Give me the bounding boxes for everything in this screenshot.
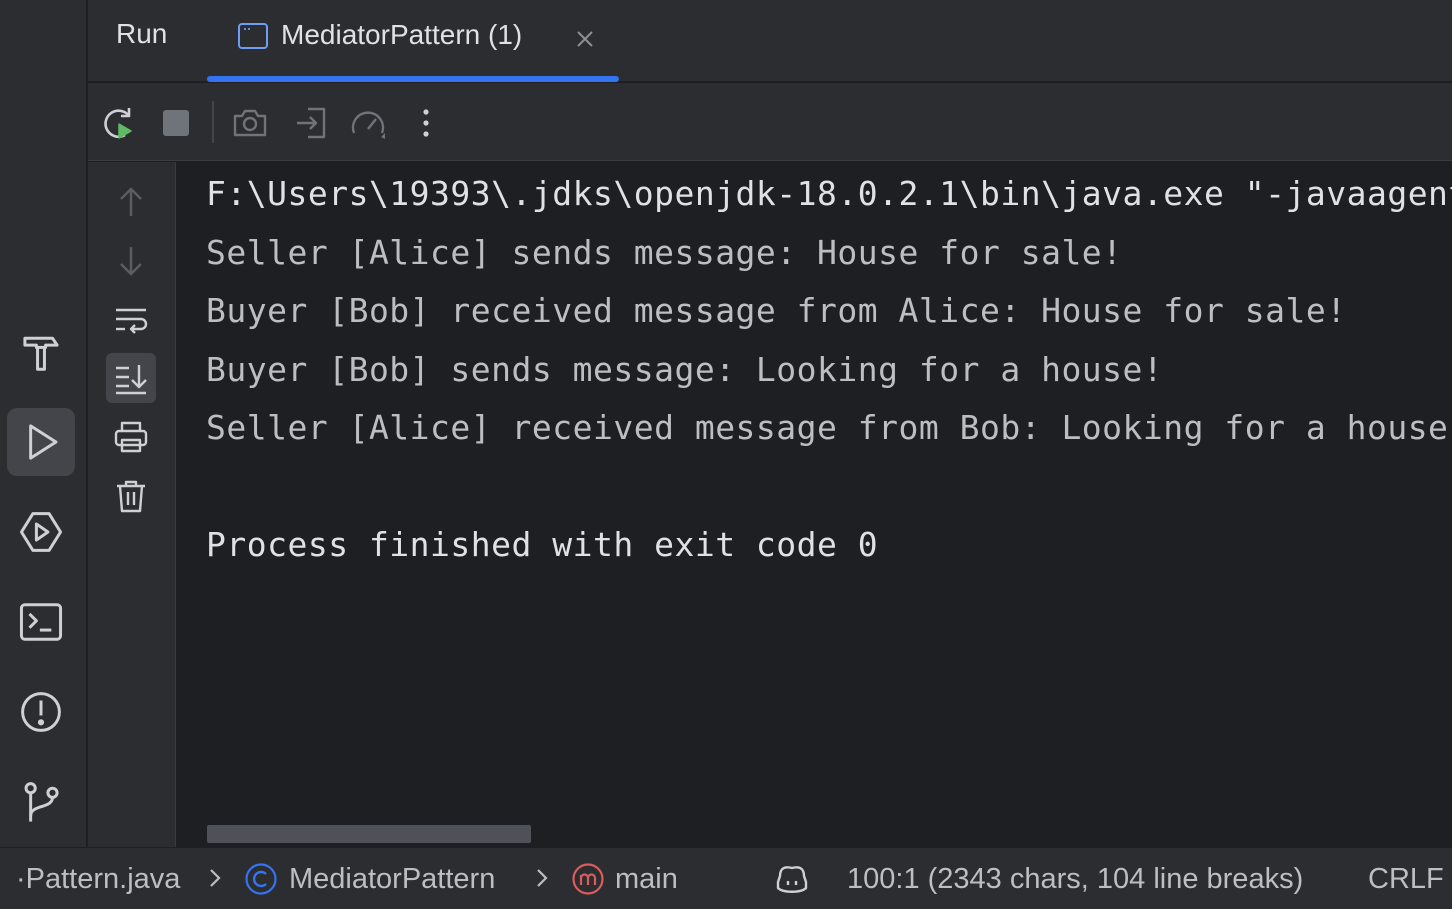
problems-tool-button[interactable] [7,678,75,746]
run-tool-button[interactable] [7,408,75,476]
trash-icon [117,480,145,513]
hammer-icon [23,336,59,371]
services-tool-button[interactable] [7,498,75,566]
method-icon [572,863,604,895]
screenshot-button[interactable] [230,103,270,143]
horizontal-scrollbar[interactable] [207,825,531,843]
more-button[interactable] [406,103,446,143]
chevron-right-icon [537,869,548,887]
soft-wrap-icon [116,308,148,334]
profiler-icon [351,111,385,139]
console-actions-bar [88,162,176,847]
tool-window-header: Run MediatorPattern (1) [88,0,1452,82]
previous-occurrence-button[interactable] [106,177,156,227]
class-icon [245,863,277,895]
breadcrumb-method[interactable]: main [615,863,678,896]
console-line-exit: Process finished with exit code 0 [206,525,879,564]
stop-icon [163,110,189,136]
soft-wrap-button[interactable] [106,295,156,345]
caret-position[interactable]: 100:1 (2343 chars, 104 line breaks) [847,863,1303,896]
active-tab-indicator [207,76,619,82]
profiler-button[interactable] [348,103,388,143]
build-tool-button[interactable] [7,318,75,386]
exit-button[interactable] [291,103,331,143]
print-button[interactable] [106,412,156,462]
console-window-icon [238,23,268,49]
close-icon[interactable] [571,25,599,53]
arrow-up-icon [120,187,142,216]
terminal-icon [19,603,63,641]
console-line: Buyer [Bob] sends message: Looking for a… [206,350,1164,389]
chevron-right-icon [210,869,221,887]
console-line-command: F:\Users\19393\.jdks\openjdk-18.0.2.1\bi… [206,174,1452,213]
arrow-down-icon [120,247,142,276]
left-tool-strip [0,0,87,847]
copilot-icon[interactable] [775,862,809,896]
problems-icon [21,692,61,732]
tab-label: MediatorPattern (1) [281,19,523,50]
console-line: Seller [Alice] sends message: House for … [206,233,1123,272]
console-output[interactable]: F:\Users\19393\.jdks\openjdk-18.0.2.1\bi… [177,162,1452,847]
breadcrumb-file[interactable]: ·Pattern.java [16,863,180,896]
camera-icon [233,109,267,137]
services-icon [19,512,63,552]
print-icon [114,421,148,453]
clear-all-button[interactable] [106,471,156,521]
next-occurrence-button[interactable] [106,236,156,286]
terminal-tool-button[interactable] [7,588,75,656]
run-toolbar [88,83,1452,161]
play-icon [29,424,58,460]
stop-button[interactable] [156,103,196,143]
console-line: Buyer [Bob] received message from Alice:… [206,291,1347,330]
scroll-to-end-button[interactable] [106,353,156,403]
console-line: Seller [Alice] received message from Bob… [206,408,1452,447]
rerun-icon [104,108,132,139]
tool-window-title: Run [116,18,168,49]
git-tool-button[interactable] [7,768,75,836]
exit-icon [297,107,326,139]
tab-mediator-pattern[interactable]: MediatorPattern (1) [207,0,619,82]
toolbar-separator [212,101,214,143]
git-branch-icon [24,782,59,822]
status-bar: ·Pattern.java MediatorPattern main 100:1… [0,847,1452,909]
more-vertical-icon [423,109,429,137]
line-separator[interactable]: CRLF [1368,863,1444,896]
rerun-button[interactable] [98,103,138,143]
breadcrumb-class[interactable]: MediatorPattern [289,863,495,896]
scroll-to-end-icon [116,365,147,395]
